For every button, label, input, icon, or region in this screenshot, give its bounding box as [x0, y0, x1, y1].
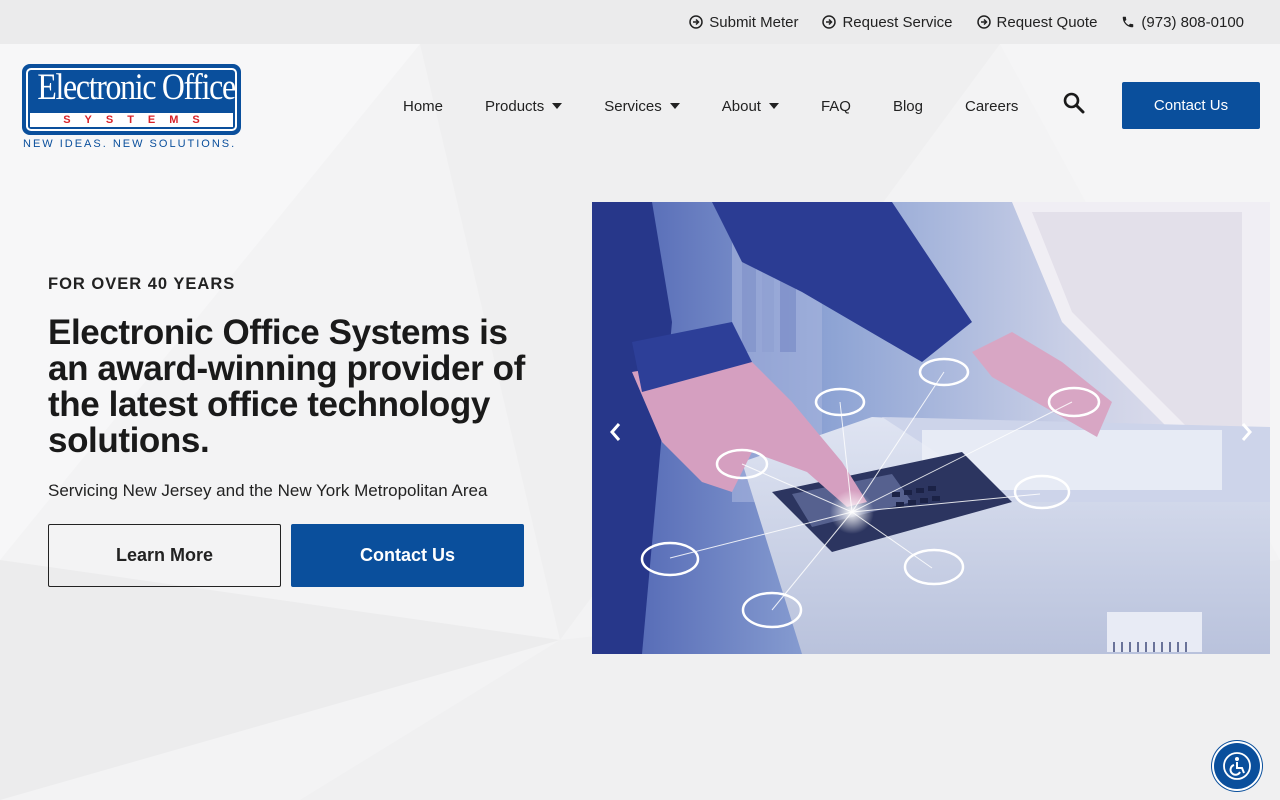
circle-arrow-right-icon — [689, 15, 703, 29]
nav-item-careers[interactable]: Careers — [965, 98, 1018, 115]
chevron-right-icon — [1241, 423, 1252, 441]
utility-bar: Submit Meter Request Service Request Quo… — [0, 0, 1280, 44]
submit-meter-link[interactable]: Submit Meter — [689, 14, 798, 31]
circle-arrow-right-icon — [822, 15, 837, 29]
nav-item-blog[interactable]: Blog — [893, 98, 923, 115]
nav-item-label: Careers — [965, 97, 1019, 115]
logo-title: Electronic Office — [37, 67, 236, 108]
nav-item-label: Home — [403, 97, 444, 115]
phone-icon — [1123, 16, 1134, 28]
main-nav: Home Products Services About FAQ Blog Ca… — [403, 94, 1018, 118]
nav-item-faq[interactable]: FAQ — [821, 98, 851, 115]
chevron-left-icon — [610, 423, 621, 441]
request-service-label: Request Service — [842, 13, 953, 31]
accessibility-button[interactable] — [1214, 743, 1260, 789]
request-quote-link[interactable]: Request Quote — [976, 13, 1098, 31]
nav-item-label: Blog — [892, 97, 923, 115]
nav-item-label: About — [721, 97, 761, 115]
carousel-next-button[interactable] — [1232, 416, 1262, 448]
nav-item-label: FAQ — [820, 97, 851, 115]
request-service-link[interactable]: Request Service — [822, 13, 953, 31]
nav-item-label: Services — [604, 97, 662, 115]
logo-badge: Electronic Office SYSTEMS — [22, 64, 241, 135]
nav-item-about[interactable]: About — [722, 98, 779, 115]
hero-headline: Electronic Office Systems is an award-wi… — [48, 313, 525, 460]
accessibility-icon — [1223, 752, 1251, 780]
nav-item-products[interactable]: Products — [485, 97, 563, 115]
nav-item-label: Products — [485, 97, 545, 115]
hero-contact-button[interactable]: Contact Us — [291, 524, 524, 587]
phone-label: (973) 808-0100 — [1141, 13, 1244, 31]
logo-tagline: NEW IDEAS. NEW SOLUTIONS. — [23, 138, 237, 150]
phone-link[interactable]: (973) 808-0100 — [1121, 14, 1244, 31]
caret-down-icon — [669, 103, 680, 109]
caret-down-icon — [552, 103, 563, 109]
copier-photo — [592, 202, 1270, 654]
search-icon — [1063, 92, 1085, 114]
logo-subtitle: SYSTEMS — [63, 114, 214, 126]
learn-more-button[interactable]: Learn More — [48, 524, 281, 587]
circle-arrow-right-icon — [976, 15, 991, 29]
hero-subline: Servicing New Jersey and the New York Me… — [48, 481, 488, 500]
search-button[interactable] — [1063, 92, 1085, 119]
logo-strip: SYSTEMS — [30, 113, 233, 127]
hero-eyebrow: FOR OVER 40 YEARS — [48, 275, 236, 293]
site-logo[interactable]: Electronic Office SYSTEMS NEW IDEAS. NEW… — [22, 64, 244, 152]
caret-down-icon — [768, 103, 779, 109]
nav-item-home[interactable]: Home — [403, 98, 443, 115]
carousel-prev-button[interactable] — [600, 416, 630, 448]
submit-meter-label: Submit Meter — [709, 13, 799, 31]
hero-carousel[interactable] — [592, 202, 1270, 654]
nav-item-services[interactable]: Services — [604, 98, 680, 115]
header-contact-button[interactable]: Contact Us — [1122, 82, 1260, 129]
request-quote-label: Request Quote — [996, 13, 1098, 31]
